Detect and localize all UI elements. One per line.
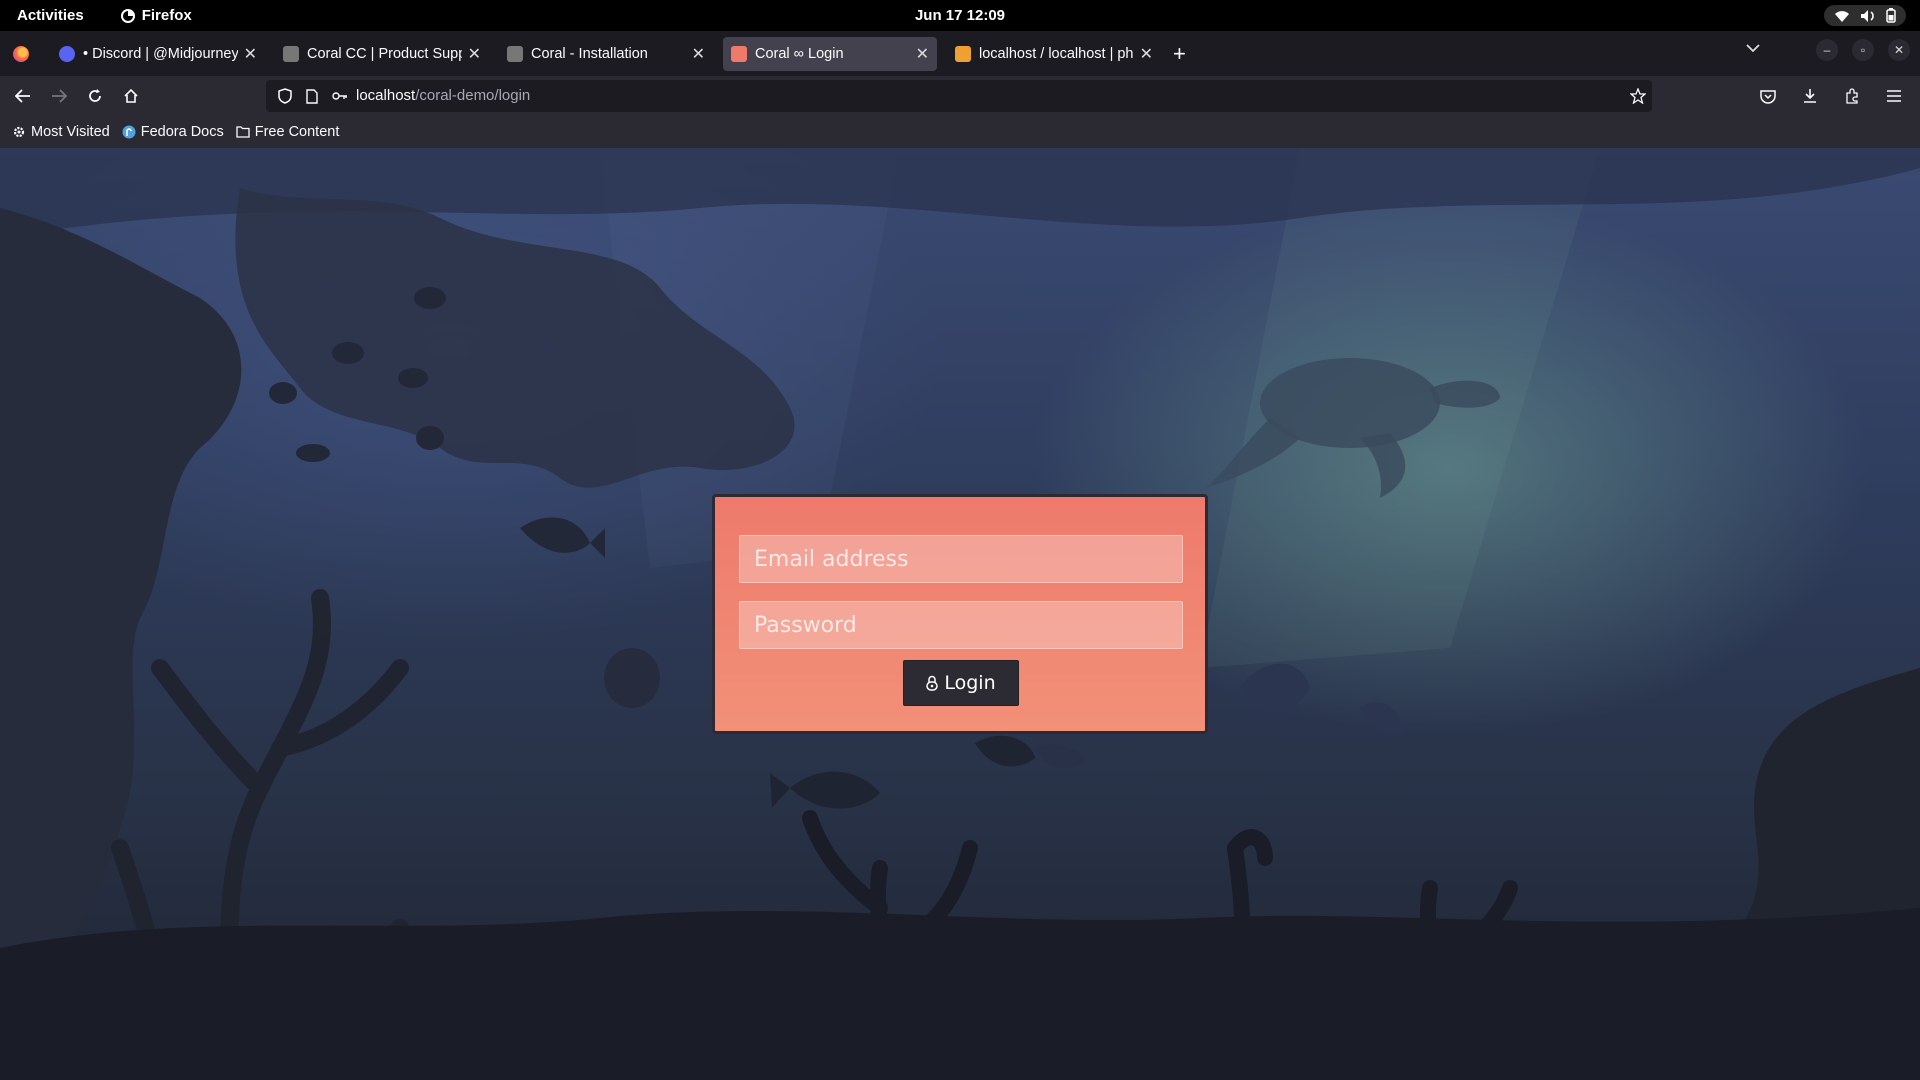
coral-favicon-icon — [507, 45, 523, 62]
coral-login-favicon-icon — [731, 45, 747, 62]
bookmarks-toolbar: Most Visited Fedora Docs Free Content — [0, 116, 1920, 148]
bookmark-label: Free Content — [254, 124, 340, 140]
new-tab-button[interactable]: + — [1173, 41, 1186, 67]
tracking-protection-shield-icon[interactable] — [278, 88, 292, 104]
wifi-icon — [1834, 9, 1850, 23]
close-tab-icon[interactable]: ✕ — [1140, 44, 1153, 64]
window-controls: – ▫ ✕ — [1816, 39, 1910, 61]
app-name: Firefox — [141, 7, 192, 24]
activities-button[interactable]: Activities — [17, 7, 84, 24]
reload-icon[interactable] — [77, 80, 113, 112]
tab-title: Coral - Installation — [531, 45, 648, 62]
tab-coral-support[interactable]: Coral CC | Product Support ✕ — [275, 37, 489, 71]
tab-strip: • Discord | @Midjourney Bot ✕ Coral CC |… — [0, 31, 1920, 76]
toolbar-right — [1750, 80, 1912, 112]
close-window-icon[interactable]: ✕ — [1888, 39, 1910, 61]
app-menu-hamburger-icon[interactable] — [1876, 80, 1912, 112]
tab-phpmyadmin[interactable]: localhost / localhost | phpMyAdmin ✕ — [947, 37, 1161, 71]
minimize-icon[interactable]: – — [1816, 39, 1838, 61]
close-tab-icon[interactable]: ✕ — [692, 44, 705, 64]
key-permissions-icon[interactable] — [332, 91, 348, 101]
close-tab-icon[interactable]: ✕ — [916, 44, 929, 64]
tab-coral-login[interactable]: Coral ∞ Login ✕ — [723, 36, 937, 71]
coral-favicon-icon — [283, 45, 299, 62]
system-top-bar: Activities Firefox Jun 17 12:09 — [0, 0, 1920, 31]
downloads-icon[interactable] — [1792, 80, 1828, 112]
bookmark-label: Most Visited — [31, 124, 110, 140]
lock-icon — [926, 675, 939, 691]
url-bar[interactable]: localhost/coral-demo/login — [266, 80, 1652, 112]
discord-favicon-icon — [59, 45, 75, 62]
tab-title: Coral CC | Product Support — [307, 45, 462, 62]
bookmark-most-visited[interactable]: Most Visited — [12, 124, 110, 140]
bookmark-folder-free-content[interactable]: Free Content — [236, 124, 340, 140]
url-text[interactable]: localhost/coral-demo/login — [356, 87, 530, 105]
tab-discord[interactable]: • Discord | @Midjourney Bot ✕ — [51, 37, 265, 71]
password-input[interactable] — [739, 601, 1183, 649]
login-button-label: Login — [944, 672, 996, 694]
login-form: Login — [712, 494, 1208, 734]
tab-coral-installation[interactable]: Coral - Installation ✕ — [499, 37, 713, 71]
back-icon[interactable] — [5, 80, 41, 112]
url-host: localhost — [356, 87, 416, 104]
tab-title: Coral ∞ Login — [755, 45, 844, 62]
battery-icon — [1886, 8, 1896, 23]
email-input[interactable] — [739, 535, 1183, 583]
home-icon[interactable] — [113, 80, 149, 112]
navigation-bar: localhost/coral-demo/login — [0, 76, 1920, 116]
phpmyadmin-favicon-icon — [955, 45, 971, 62]
tab-title: localhost / localhost | phpMyAdmin — [979, 45, 1134, 62]
firefox-app-icon — [120, 8, 136, 24]
maximize-icon[interactable]: ▫ — [1852, 39, 1874, 61]
fedora-logo-icon — [122, 125, 136, 139]
folder-icon — [236, 126, 250, 138]
firefox-view-icon[interactable] — [13, 45, 29, 62]
app-menu[interactable]: Firefox — [120, 7, 192, 24]
volume-icon — [1860, 9, 1876, 23]
clock[interactable]: Jun 17 12:09 — [915, 7, 1005, 24]
page-info-icon[interactable] — [306, 88, 318, 104]
close-tab-icon[interactable]: ✕ — [468, 44, 481, 64]
list-all-tabs-icon[interactable] — [1746, 43, 1760, 53]
close-tab-icon[interactable]: ✕ — [244, 44, 257, 64]
url-path: /coral-demo/login — [415, 87, 531, 104]
bookmark-label: Fedora Docs — [140, 124, 224, 140]
extensions-icon[interactable] — [1834, 80, 1870, 112]
forward-icon[interactable] — [41, 80, 77, 112]
bookmark-fedora-docs[interactable]: Fedora Docs — [122, 124, 224, 140]
bookmark-star-icon[interactable] — [1630, 88, 1646, 104]
page-content: Login — [0, 148, 1920, 1080]
system-tray[interactable] — [1824, 5, 1906, 26]
pocket-icon[interactable] — [1750, 80, 1786, 112]
gear-icon — [12, 125, 26, 139]
login-button[interactable]: Login — [903, 660, 1019, 706]
tab-title: • Discord | @Midjourney Bot — [83, 45, 238, 62]
